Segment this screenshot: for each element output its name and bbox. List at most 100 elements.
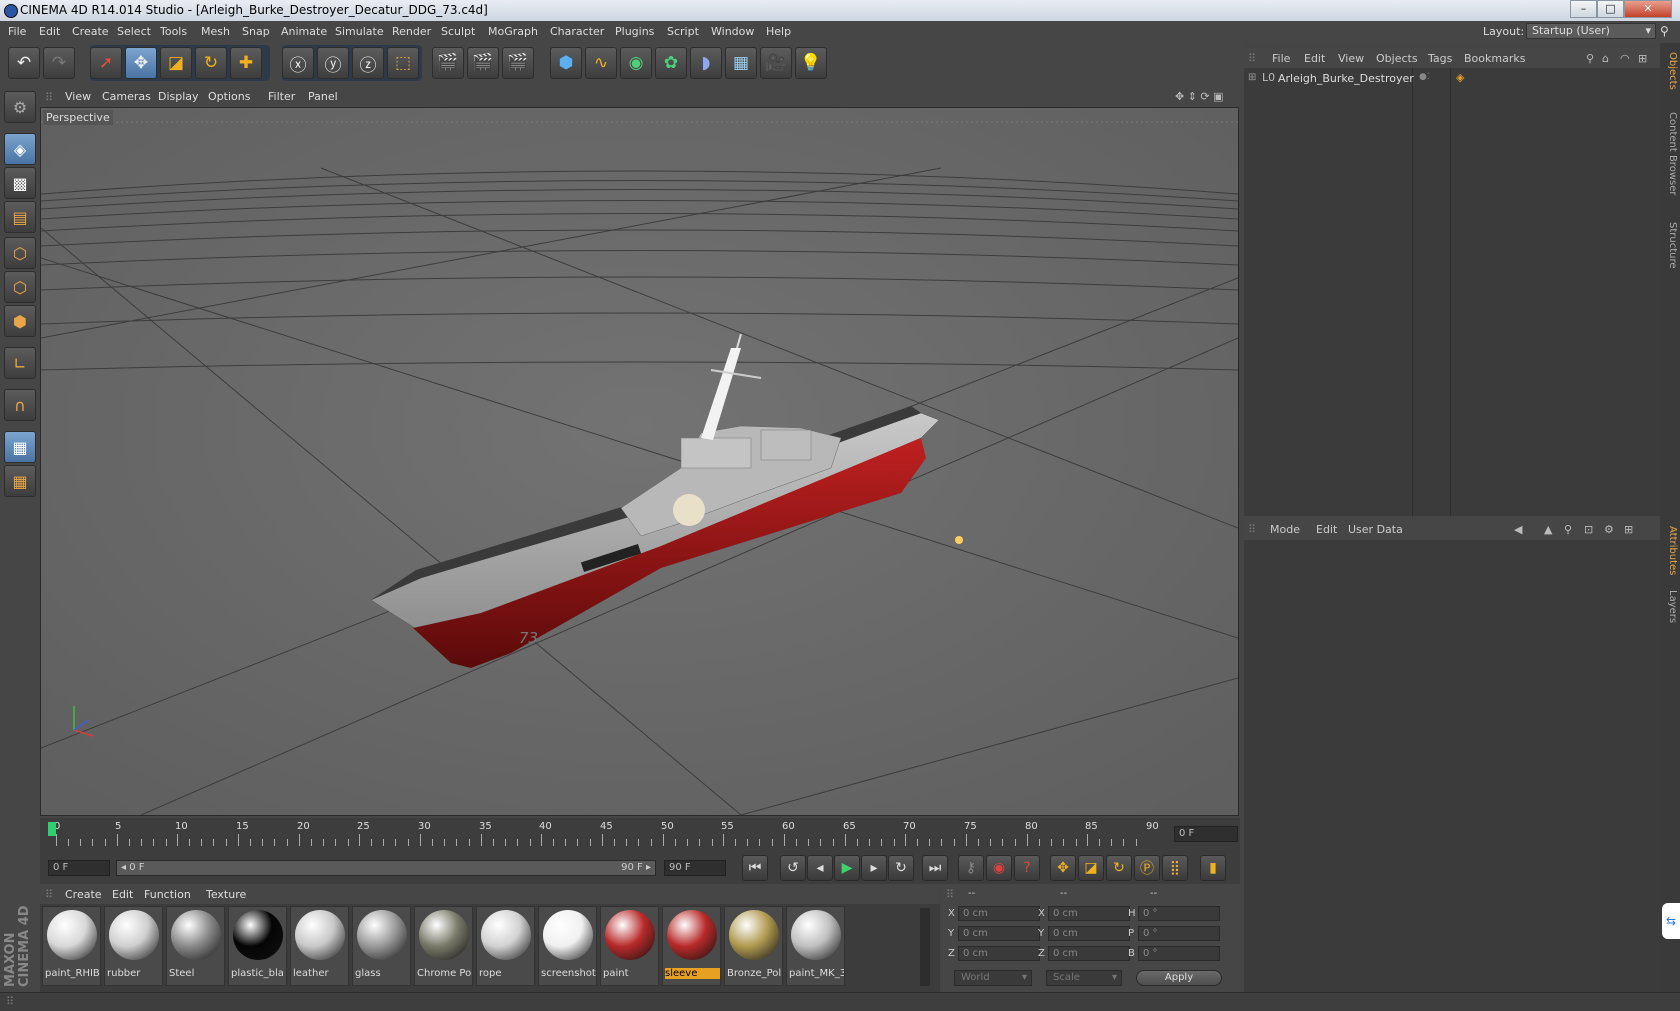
- key-pla-button[interactable]: ⣿: [1162, 855, 1188, 881]
- viewport-menu-view[interactable]: View: [65, 90, 91, 103]
- scale-button[interactable]: ◪: [160, 47, 192, 79]
- coord-value-field[interactable]: 0 cm: [1048, 946, 1130, 961]
- menu-help[interactable]: Help: [766, 25, 791, 38]
- maximize-button[interactable]: □: [1597, 0, 1624, 18]
- viewport-menu-panel[interactable]: Panel: [308, 90, 338, 103]
- key-parameter-button[interactable]: Ⓟ: [1134, 855, 1160, 881]
- end-frame-field[interactable]: 90 F: [664, 860, 726, 876]
- play-button[interactable]: ▶: [834, 855, 860, 881]
- attribute-menu-user-data[interactable]: User Data: [1348, 523, 1403, 536]
- key-scale-button[interactable]: ◪: [1078, 855, 1104, 881]
- menu-tools[interactable]: Tools: [160, 25, 187, 38]
- material-swatch[interactable]: Chrome Po: [414, 906, 473, 986]
- undo-button[interactable]: ↶: [8, 47, 40, 79]
- spline-button[interactable]: ∿: [585, 47, 617, 79]
- z-axis-button[interactable]: ⓩ: [352, 47, 384, 79]
- workplane-lock-button[interactable]: ▦: [4, 431, 36, 463]
- menu-script[interactable]: Script: [667, 25, 699, 38]
- render-picture-viewer-button[interactable]: 🎬: [467, 47, 499, 79]
- menu-simulate[interactable]: Simulate: [335, 25, 384, 38]
- polygons-mode-button[interactable]: ⬢: [4, 305, 36, 337]
- object-menu-objects[interactable]: Objects: [1376, 52, 1418, 65]
- key-rotation-button[interactable]: ↻: [1106, 855, 1132, 881]
- next-frame-button[interactable]: ▸: [861, 855, 887, 881]
- planar-workplane-button[interactable]: ▦: [4, 465, 36, 497]
- attribute-menu-edit[interactable]: Edit: [1316, 523, 1337, 536]
- material-swatch[interactable]: plastic_bla: [228, 906, 287, 986]
- menu-render[interactable]: Render: [392, 25, 431, 38]
- menu-animate[interactable]: Animate: [281, 25, 327, 38]
- material-swatch[interactable]: screenshot: [538, 906, 597, 986]
- material-scrollbar[interactable]: [920, 908, 930, 986]
- tab-layers[interactable]: Layers: [1662, 587, 1678, 627]
- expand-icon[interactable]: ⊞: [1248, 72, 1256, 83]
- eye-icon[interactable]: ◠: [1620, 52, 1630, 65]
- menu-file[interactable]: File: [8, 25, 26, 38]
- object-menu-tags[interactable]: Tags: [1428, 52, 1452, 65]
- object-row[interactable]: ⊞ L0 Arleigh_Burke_Destroyer ●⁚ ◈: [1244, 70, 1660, 88]
- snap-button[interactable]: ∩: [4, 389, 36, 421]
- apply-button[interactable]: Apply: [1136, 970, 1222, 986]
- close-button[interactable]: ✕: [1624, 0, 1672, 18]
- next-key-button[interactable]: ↻: [888, 855, 914, 881]
- material-swatch[interactable]: paint_MK_3: [786, 906, 845, 986]
- viewport-menu-cameras[interactable]: Cameras: [102, 90, 151, 103]
- coord-value-field[interactable]: 0 °: [1138, 946, 1220, 961]
- material-swatch[interactable]: paint: [600, 906, 659, 986]
- texture-mode-button[interactable]: ▩: [4, 167, 36, 199]
- object-menu-bookmarks[interactable]: Bookmarks: [1464, 52, 1525, 65]
- model-mode-button[interactable]: ◈: [4, 133, 36, 165]
- coord-mode-select[interactable]: Scale ▾: [1046, 970, 1122, 986]
- perspective-viewport[interactable]: 73 Perspective: [40, 107, 1239, 816]
- coord-value-field[interactable]: 0 cm: [1048, 926, 1130, 941]
- viewport-menu-options[interactable]: Options: [208, 90, 250, 103]
- menu-character[interactable]: Character: [550, 25, 604, 38]
- move-button[interactable]: ✥: [125, 47, 157, 79]
- key-position-button[interactable]: ✥: [1050, 855, 1076, 881]
- viewport-nav-icons[interactable]: ✥ ⇕ ⟳ ▣: [1175, 90, 1224, 103]
- live-selection-button[interactable]: ➚: [90, 47, 122, 79]
- new-window-icon[interactable]: ⊞: [1638, 52, 1647, 65]
- lock-icon[interactable]: ⊡: [1584, 523, 1593, 536]
- menu-mesh[interactable]: Mesh: [201, 25, 230, 38]
- material-tag-icon[interactable]: ◈: [1456, 71, 1464, 84]
- floor-button[interactable]: ▦: [725, 47, 757, 79]
- playhead[interactable]: [48, 822, 56, 836]
- rotate-button[interactable]: ↻: [195, 47, 227, 79]
- tab-objects[interactable]: Objects: [1662, 49, 1678, 93]
- menu-window[interactable]: Window: [711, 25, 754, 38]
- redo-button[interactable]: ↷: [43, 47, 75, 79]
- viewport-menu-display[interactable]: Display: [158, 90, 199, 103]
- material-swatch[interactable]: Steel: [166, 906, 225, 986]
- coord-value-field[interactable]: 0 cm: [958, 946, 1040, 961]
- search-icon[interactable]: ⚲: [1564, 523, 1572, 536]
- material-swatch[interactable]: rubber: [104, 906, 163, 986]
- material-swatch[interactable]: rope: [476, 906, 535, 986]
- material-swatch[interactable]: Bronze_Pol: [724, 906, 783, 986]
- render-settings-button[interactable]: 🎬: [502, 47, 534, 79]
- edges-mode-button[interactable]: ⬡: [4, 271, 36, 303]
- attribute-menu-mode[interactable]: Mode: [1270, 523, 1300, 536]
- array-button[interactable]: ✿: [655, 47, 687, 79]
- material-menu-texture[interactable]: Texture: [206, 888, 246, 901]
- camera-button[interactable]: 🎥: [760, 47, 792, 79]
- material-swatch[interactable]: leather: [290, 906, 349, 986]
- tab-attributes[interactable]: Attributes: [1662, 521, 1678, 581]
- home-icon[interactable]: ⌂: [1602, 52, 1609, 65]
- keyframe-selection-button[interactable]: ?: [1014, 855, 1040, 881]
- object-menu-view[interactable]: View: [1338, 52, 1364, 65]
- coordinate-system-button[interactable]: ⬚: [387, 47, 419, 79]
- coord-space-select[interactable]: World ▾: [954, 970, 1032, 986]
- timeline-window-button[interactable]: ▮: [1200, 855, 1226, 881]
- prev-key-button[interactable]: ↺: [780, 855, 806, 881]
- material-menu-create[interactable]: Create: [65, 888, 102, 901]
- minimize-button[interactable]: –: [1570, 0, 1597, 18]
- menu-plugins[interactable]: Plugins: [615, 25, 654, 38]
- material-menu-edit[interactable]: Edit: [112, 888, 133, 901]
- search-icon[interactable]: ⚲: [1586, 52, 1594, 65]
- object-menu-file[interactable]: File: [1272, 52, 1290, 65]
- coord-value-field[interactable]: 0 cm: [1048, 906, 1130, 921]
- deformer-button[interactable]: ◗: [690, 47, 722, 79]
- menu-snap[interactable]: Snap: [242, 25, 270, 38]
- new-window-icon[interactable]: ⊞: [1624, 523, 1633, 536]
